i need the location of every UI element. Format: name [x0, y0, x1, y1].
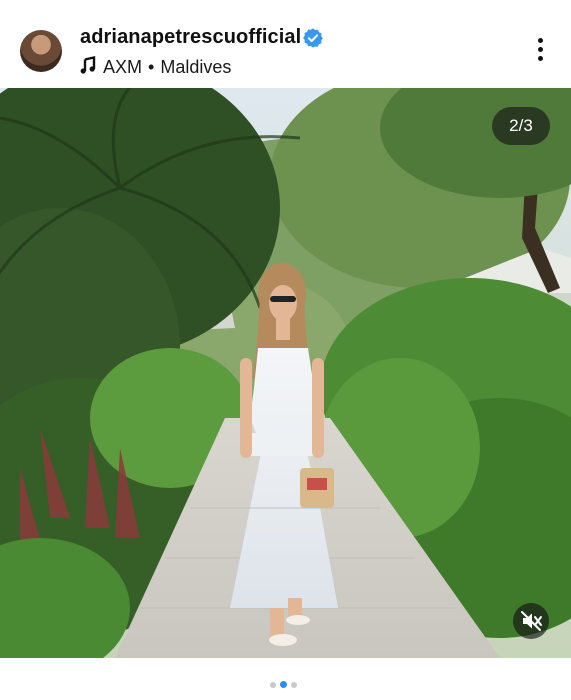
verified-badge-icon — [303, 28, 323, 48]
avatar[interactable] — [20, 30, 62, 72]
carousel-dot — [270, 681, 276, 688]
username[interactable]: adrianapetrescuofficial — [80, 26, 301, 49]
carousel-dot — [291, 681, 297, 688]
post-header: adrianapetrescuofficial AXM • Maldives — [0, 0, 571, 88]
music-note-icon — [80, 56, 96, 74]
post-subline[interactable]: AXM • Maldives — [103, 57, 231, 78]
image-counter: 2/3 — [492, 107, 550, 145]
more-options-icon[interactable] — [530, 38, 550, 66]
audio-label[interactable]: AXM — [103, 57, 142, 77]
separator: • — [148, 57, 155, 77]
carousel-dot-active — [280, 681, 287, 689]
mute-icon[interactable] — [513, 603, 549, 639]
garden-path-photo — [0, 88, 571, 658]
location-label[interactable]: Maldives — [160, 57, 231, 77]
post-image[interactable] — [0, 88, 571, 658]
carousel-indicator — [268, 676, 299, 689]
